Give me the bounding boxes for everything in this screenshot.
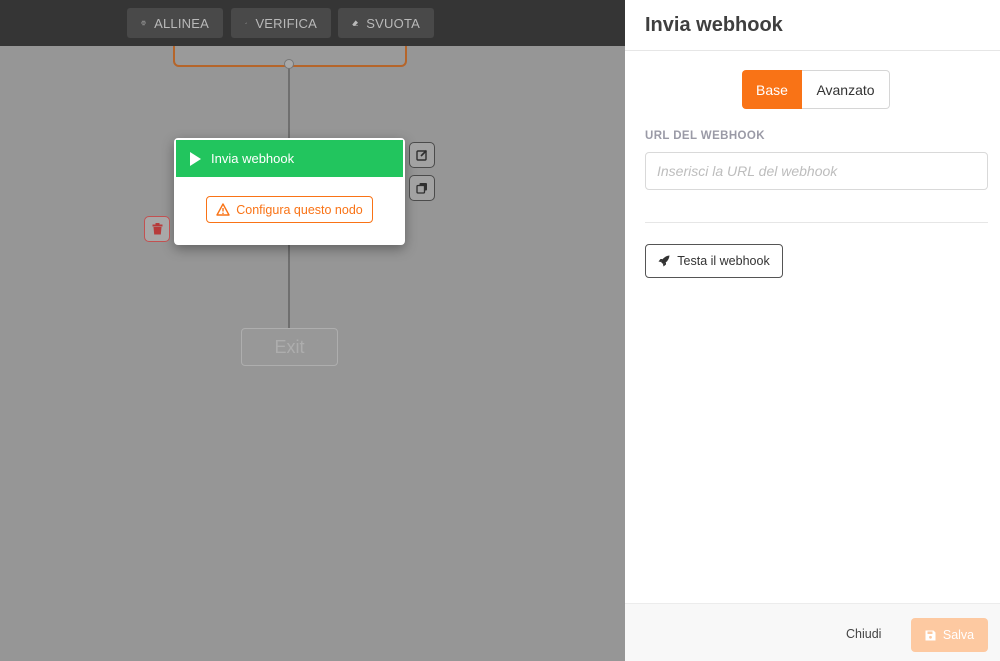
tab-base[interactable]: Base <box>742 70 802 109</box>
divider <box>645 222 988 223</box>
test-webhook-label: Testa il webhook <box>677 254 770 268</box>
rocket-icon <box>658 255 670 267</box>
node-header[interactable]: Invia webhook <box>176 140 403 177</box>
tab-advanced[interactable]: Avanzato <box>802 70 890 109</box>
canvas-toolbar: ALLINEA VERIFICA SVUOTA <box>0 0 625 46</box>
webhook-node[interactable]: Invia webhook Configura questo nodo <box>174 138 405 245</box>
delete-node-button[interactable] <box>144 216 170 242</box>
close-button[interactable]: Chiudi <box>846 627 881 641</box>
play-icon <box>190 151 201 166</box>
node-settings-panel: Invia webhook Base Avanzato URL DEL WEBH… <box>625 0 1000 661</box>
save-label: Salva <box>942 628 975 642</box>
settings-tabs: Base Avanzato <box>742 70 890 109</box>
save-button[interactable]: Salva <box>911 618 988 652</box>
webhook-url-label: URL DEL WEBHOOK <box>645 130 765 142</box>
verify-label: VERIFICA <box>255 15 317 31</box>
align-button[interactable]: ALLINEA <box>127 8 223 38</box>
connector-dot[interactable] <box>284 59 294 69</box>
check-icon <box>245 22 248 25</box>
test-webhook-button[interactable]: Testa il webhook <box>645 244 783 278</box>
clear-button[interactable]: SVUOTA <box>338 8 434 38</box>
warning-icon <box>216 203 230 216</box>
connector-line <box>288 245 290 329</box>
node-title: Invia webhook <box>211 151 295 166</box>
edit-node-button[interactable] <box>409 142 435 168</box>
trash-icon <box>152 223 162 235</box>
eraser-icon <box>352 20 359 26</box>
edit-icon <box>416 149 428 161</box>
configure-node-label: Configura questo nodo <box>236 202 363 217</box>
verify-button[interactable]: VERIFICA <box>231 8 331 38</box>
configure-node-button[interactable]: Configura questo nodo <box>206 196 373 223</box>
save-icon <box>925 630 936 640</box>
align-label: ALLINEA <box>154 15 209 31</box>
clear-label: SVUOTA <box>366 15 420 31</box>
panel-footer: Chiudi Salva <box>625 603 1000 661</box>
align-icon <box>141 20 147 26</box>
copy-icon <box>416 183 427 194</box>
exit-node[interactable]: Exit <box>241 328 338 366</box>
flow-canvas[interactable]: Invia webhook Configura questo nodo Exit… <box>0 0 625 661</box>
connector-line <box>288 64 290 140</box>
duplicate-node-button[interactable] <box>409 175 435 201</box>
panel-title: Invia webhook <box>625 0 1000 51</box>
webhook-url-input[interactable] <box>645 152 988 190</box>
